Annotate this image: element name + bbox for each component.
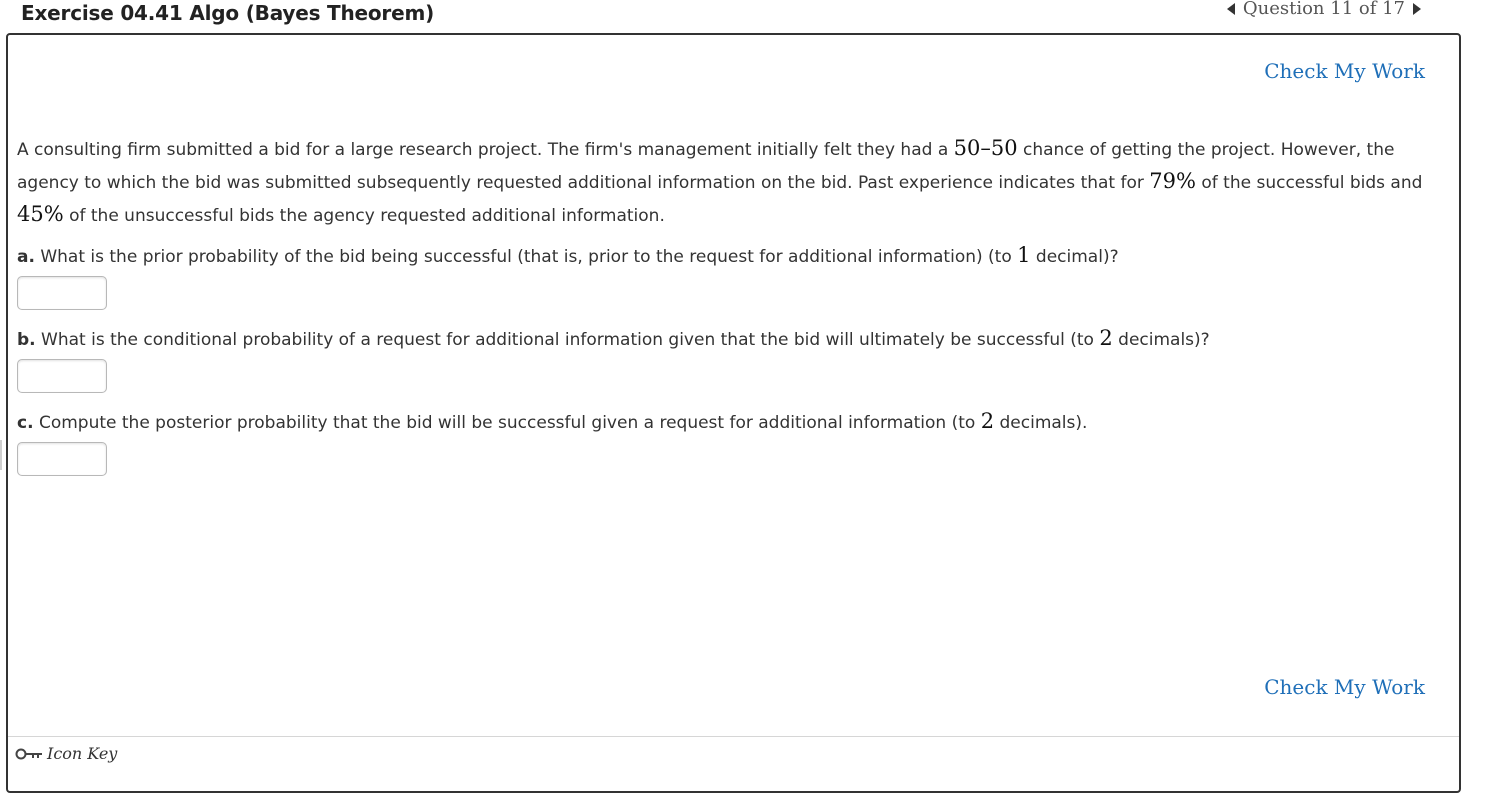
exercise-title: Exercise 04.41 Algo (Bayes Theorem) (21, 1, 435, 25)
check-my-work-link-bottom[interactable]: Check My Work (1264, 675, 1425, 699)
question-a: a. What is the prior probability of the … (17, 243, 1119, 267)
answer-a-input[interactable] (17, 276, 107, 310)
question-counter: Question 11 of 17 (1242, 0, 1405, 19)
question-b-decimals: 2 (1099, 326, 1113, 350)
exercise-header: Exercise 04.41 Algo (Bayes Theorem) Ques… (0, 0, 1463, 30)
answer-c-input[interactable] (17, 442, 107, 476)
question-c-decimals: 2 (980, 409, 995, 433)
question-panel: Check My Work A consulting firm submitte… (6, 33, 1461, 793)
next-question-icon[interactable] (1413, 2, 1421, 15)
question-c: c. Compute the posterior probability tha… (17, 409, 1088, 433)
question-navigator: Question 11 of 17 (1226, 0, 1421, 19)
icon-key-label: Icon Key (47, 744, 118, 763)
problem-statement: A consulting firm submitted a bid for a … (17, 136, 1423, 226)
chance-value: 50–50 (953, 136, 1018, 160)
problem-content: A consulting firm submitted a bid for a … (17, 133, 1457, 476)
question-a-label: a. (17, 247, 35, 267)
left-edge-divider (0, 440, 2, 470)
check-my-work-link-top[interactable]: Check My Work (1264, 59, 1425, 83)
footer-divider (8, 736, 1459, 737)
unsuccessful-percent: 45% (17, 202, 64, 226)
icon-key-button[interactable]: Icon Key (15, 744, 117, 763)
successful-percent: 79% (1149, 169, 1196, 193)
question-c-label: c. (17, 413, 34, 433)
answer-b-input[interactable] (17, 359, 107, 393)
question-a-decimals: 1 (1017, 243, 1031, 267)
question-b-label: b. (17, 330, 36, 350)
previous-question-icon[interactable] (1226, 2, 1235, 15)
key-icon (15, 748, 42, 759)
question-b: b. What is the conditional probability o… (17, 326, 1210, 350)
